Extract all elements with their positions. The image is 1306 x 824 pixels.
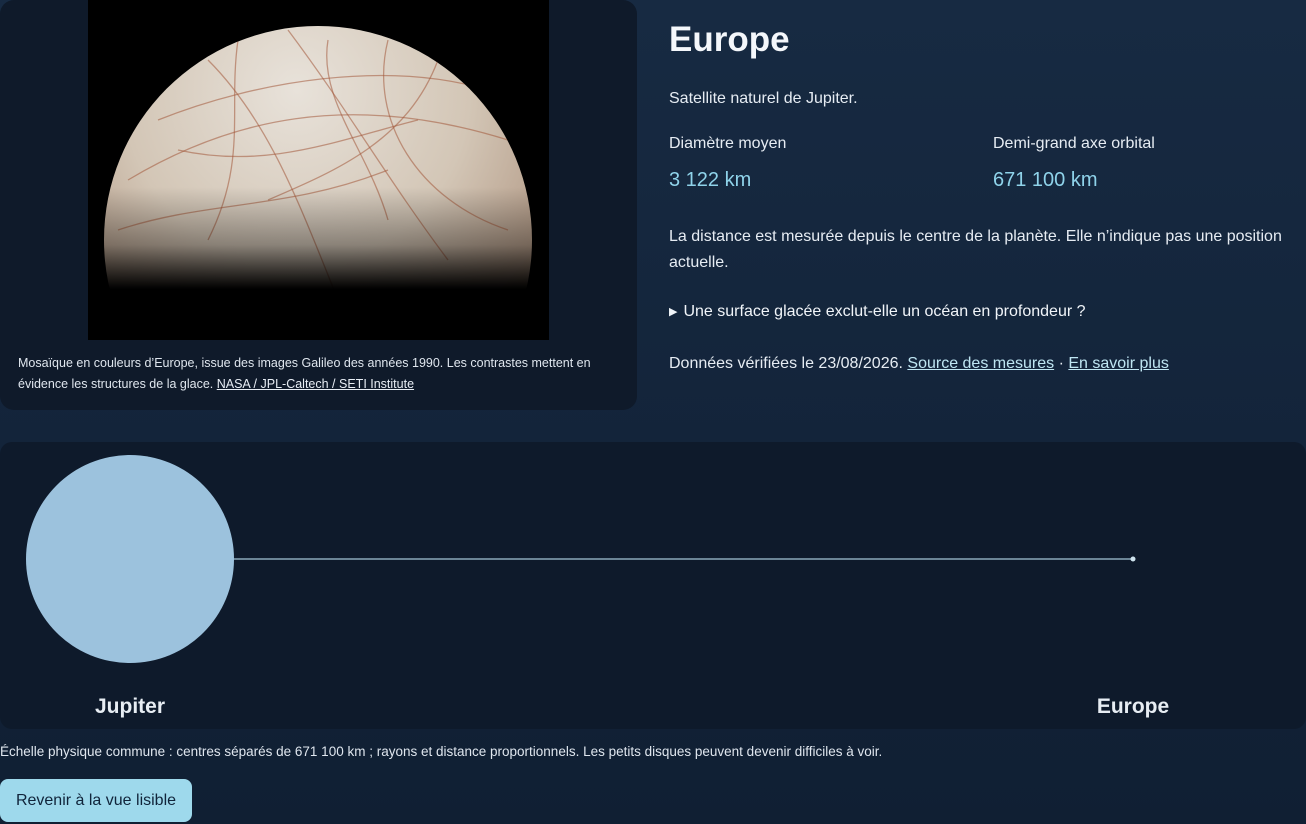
back-to-readable-view-button[interactable]: Revenir à la vue lisible (0, 779, 192, 822)
stat-value-diameter: 3 122 km (669, 169, 752, 191)
stat-label-semimajor-axis: Demi-grand axe orbital (993, 135, 1155, 152)
verified-text: Données vérifiées le 23/08/2026. (669, 355, 903, 372)
jupiter-disk (26, 455, 234, 663)
ocean-disclosure-toggle[interactable]: ▶ Une surface glacée exclut-elle un océan… (669, 303, 1086, 321)
page-title: Europe (669, 20, 790, 59)
subtitle: Satellite naturel de Jupiter. (669, 90, 858, 107)
stat-label-diameter: Diamètre moyen (669, 135, 787, 152)
distance-note: La distance est mesurée depuis le centre… (669, 228, 1282, 271)
verification-line: Données vérifiées le 23/08/2026. Source … (669, 355, 1169, 373)
scale-caption: Échelle physique commune : centres sépar… (0, 744, 883, 759)
image-caption: Mosaïque en couleurs d’Europe, issue des… (18, 353, 623, 395)
disclosure-triangle-icon: ▶ (669, 306, 678, 318)
europa-label: Europe (1097, 695, 1169, 718)
europa-disk (1130, 556, 1136, 562)
image-credit-link[interactable]: NASA / JPL-Caltech / SETI Institute (217, 377, 414, 391)
jupiter-label: Jupiter (95, 695, 165, 718)
link-separator: · (1058, 355, 1064, 372)
image-card: Mosaïque en couleurs d’Europe, issue des… (0, 0, 637, 410)
scale-svg: Jupiter Europe (26, 455, 1169, 718)
europa-photo (88, 0, 549, 410)
disclosure-label: Une surface glacée exclut-elle un océan … (683, 303, 1086, 320)
europa-image (88, 0, 549, 410)
source-link[interactable]: Source des mesures (907, 355, 1054, 372)
learn-more-link[interactable]: En savoir plus (1068, 355, 1169, 372)
scale-diagram: Jupiter Europe (0, 442, 1306, 729)
stat-value-semimajor-axis: 671 100 km (993, 169, 1098, 191)
